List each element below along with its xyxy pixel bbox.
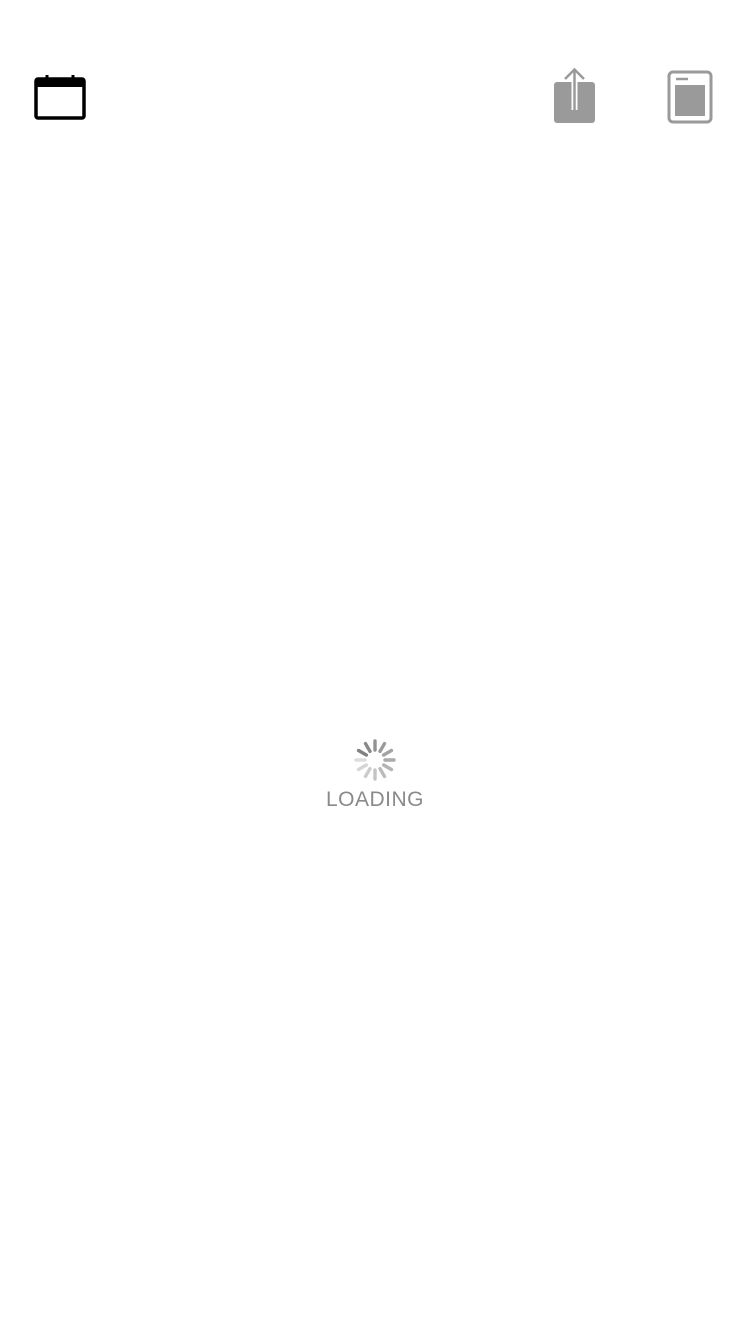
reader-mode-button[interactable] bbox=[664, 67, 716, 127]
spinner-icon bbox=[354, 739, 396, 781]
spinner-spoke bbox=[363, 766, 372, 779]
calendar-icon bbox=[34, 75, 86, 120]
spinner-spoke bbox=[378, 741, 387, 754]
calendar-button[interactable] bbox=[30, 70, 90, 126]
top-toolbar bbox=[0, 0, 750, 150]
spinner-spoke bbox=[356, 748, 369, 757]
loading-label: LOADING bbox=[325, 788, 425, 811]
loading-indicator: LOADING bbox=[0, 738, 750, 828]
share-button[interactable] bbox=[550, 66, 600, 128]
spinner-spoke bbox=[381, 748, 394, 757]
spinner-spoke bbox=[378, 766, 387, 779]
share-icon bbox=[554, 67, 595, 123]
spinner-spoke bbox=[381, 763, 394, 772]
spinner-spoke bbox=[363, 741, 372, 754]
reader-mode-icon bbox=[667, 70, 713, 124]
spinner-spoke bbox=[356, 763, 369, 772]
